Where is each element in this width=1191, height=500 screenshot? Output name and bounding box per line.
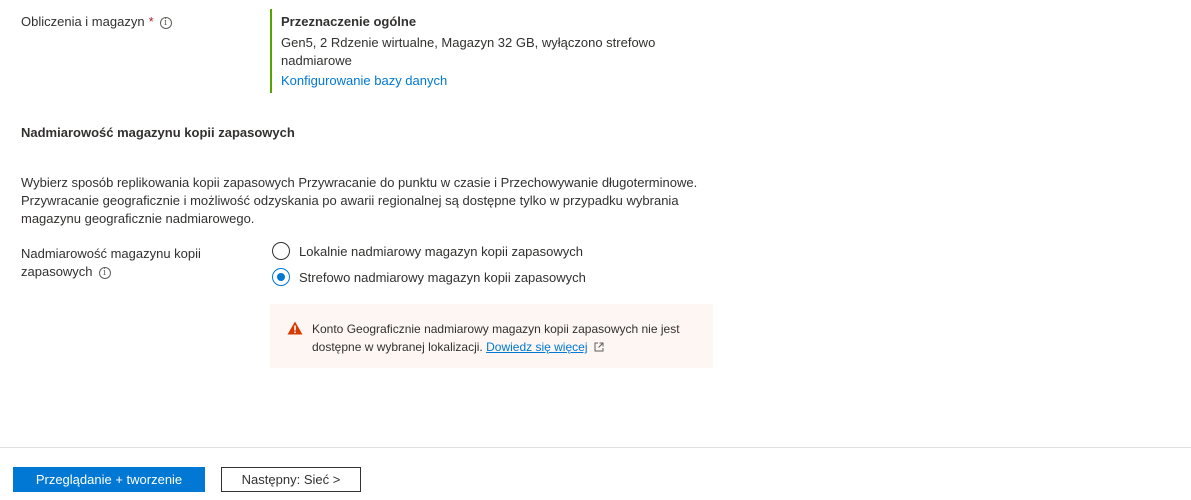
- info-icon[interactable]: i: [159, 16, 172, 29]
- radio-option-zone-redundant[interactable]: Strefowo nadmiarowy magazyn kopii zapaso…: [272, 267, 586, 287]
- warning-message: Konto Geograficznie nadmiarowy magazyn k…: [270, 304, 713, 368]
- backup-redundancy-radio-group: Lokalnie nadmiarowy magazyn kopii zapaso…: [272, 241, 586, 287]
- compute-tier-title: Przeznaczenie ogólne: [281, 14, 417, 29]
- footer-divider: [0, 447, 1191, 448]
- configure-database-link[interactable]: Konfigurowanie bazy danych: [281, 73, 447, 88]
- radio-label: Strefowo nadmiarowy magazyn kopii zapaso…: [299, 269, 586, 285]
- info-icon[interactable]: i: [98, 266, 111, 279]
- radio-button[interactable]: [272, 242, 290, 260]
- compute-summary: Przeznaczenie ogólne Gen5, 2 Rdzenie wir…: [270, 9, 710, 93]
- section-description: Wybierz sposób replikowania kopii zapaso…: [21, 175, 698, 226]
- external-link-icon[interactable]: [594, 342, 604, 352]
- compute-tier-description: Gen5, 2 Rdzenie wirtualne, Magazyn 32 GB…: [281, 35, 656, 68]
- learn-more-link[interactable]: Dowiedz się więcej: [486, 340, 587, 354]
- radio-label: Lokalnie nadmiarowy magazyn kopii zapaso…: [299, 243, 583, 259]
- warning-text-container: Konto Geograficznie nadmiarowy magazyn k…: [312, 320, 697, 368]
- next-networking-button[interactable]: Następny: Sieć >: [221, 467, 361, 492]
- warning-icon: [287, 321, 303, 335]
- backup-redundancy-label: Nadmiarowość magazynu kopii zapasowych i: [21, 245, 221, 281]
- radio-button-selected[interactable]: [272, 268, 290, 286]
- backup-redundancy-label-text: Nadmiarowość magazynu kopii zapasowych: [21, 246, 201, 279]
- required-mark: *: [148, 14, 154, 29]
- review-create-button[interactable]: Przeglądanie + tworzenie: [13, 467, 205, 492]
- compute-storage-label: Obliczenia i magazyn * i: [21, 14, 172, 29]
- compute-storage-label-text: Obliczenia i magazyn: [21, 14, 145, 29]
- radio-option-locally-redundant[interactable]: Lokalnie nadmiarowy magazyn kopii zapaso…: [272, 241, 586, 261]
- section-title: Nadmiarowość magazynu kopii zapasowych: [21, 125, 295, 140]
